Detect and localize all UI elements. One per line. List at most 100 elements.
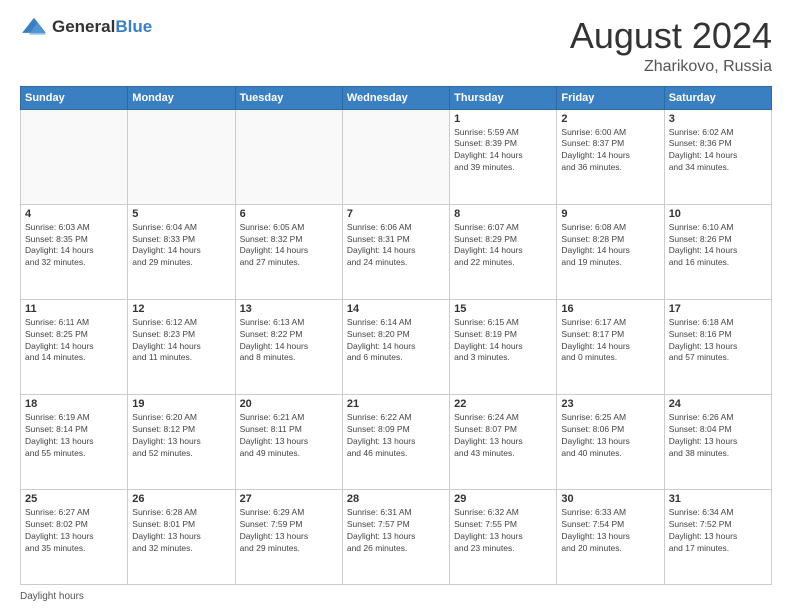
day-of-week-header: Sunday (21, 86, 128, 109)
calendar-day-cell: 10Sunrise: 6:10 AM Sunset: 8:26 PM Dayli… (664, 204, 771, 299)
day-number: 17 (669, 303, 767, 315)
location: Zharikovo, Russia (570, 58, 772, 76)
day-info: Sunrise: 6:32 AM Sunset: 7:55 PM Dayligh… (454, 507, 552, 555)
day-number: 10 (669, 208, 767, 220)
header: GeneralBlue August 2024 Zharikovo, Russi… (20, 16, 772, 76)
day-number: 13 (240, 303, 338, 315)
logo-text: GeneralBlue (52, 17, 152, 37)
calendar-day-cell: 26 Sunrise: 6:28 AM Sunset: 8:01 PM Dayli… (128, 489, 235, 584)
day-info: Sunrise: 6:22 AM Sunset: 8:09 PM Dayligh… (347, 412, 445, 460)
day-info: Sunrise: 6:26 AM Sunset: 8:04 PM Dayligh… (669, 412, 767, 460)
day-number: 23 (561, 398, 659, 410)
calendar-day-cell: 31Sunrise: 6:34 AM Sunset: 7:52 PM Dayli… (664, 489, 771, 584)
day-number: 30 (561, 493, 659, 505)
day-info: Sunrise: 6:05 AM Sunset: 8:32 PM Dayligh… (240, 222, 338, 270)
day-number: 14 (347, 303, 445, 315)
day-number: 4 (25, 208, 123, 220)
day-info: Sunrise: 6:11 AM Sunset: 8:25 PM Dayligh… (25, 317, 123, 365)
day-info: Sunrise: 6:25 AM Sunset: 8:06 PM Dayligh… (561, 412, 659, 460)
month-year: August 2024 (570, 16, 772, 56)
day-number: 27 (240, 493, 338, 505)
day-number: 26 (132, 493, 230, 505)
calendar-day-cell (21, 109, 128, 204)
day-info: Sunrise: 6:34 AM Sunset: 7:52 PM Dayligh… (669, 507, 767, 555)
calendar-day-cell: 12 Sunrise: 6:12 AM Sunset: 8:23 PM Dayli… (128, 299, 235, 394)
title-block: August 2024 Zharikovo, Russia (570, 16, 772, 76)
day-number: 8 (454, 208, 552, 220)
day-number: 3 (669, 113, 767, 125)
day-info: Sunrise: 6:00 AM Sunset: 8:37 PM Dayligh… (561, 127, 659, 175)
day-number: 19 (132, 398, 230, 410)
day-number: 9 (561, 208, 659, 220)
day-number: 25 (25, 493, 123, 505)
calendar-week-row: 25 Sunrise: 6:27 AM Sunset: 8:02 PM Dayli… (21, 489, 772, 584)
calendar-day-cell: 16 Sunrise: 6:17 AM Sunset: 8:17 PM Dayli… (557, 299, 664, 394)
day-of-week-header: Thursday (450, 86, 557, 109)
calendar-week-row: 18Sunrise: 6:19 AM Sunset: 8:14 PM Dayli… (21, 394, 772, 489)
day-number: 15 (454, 303, 552, 315)
calendar-day-cell: 17 Sunrise: 6:18 AM Sunset: 8:16 PM Dayli… (664, 299, 771, 394)
page: GeneralBlue August 2024 Zharikovo, Russi… (0, 0, 792, 612)
day-info: Sunrise: 6:12 AM Sunset: 8:23 PM Dayligh… (132, 317, 230, 365)
calendar-day-cell: 21Sunrise: 6:22 AM Sunset: 8:09 PM Dayli… (342, 394, 449, 489)
calendar-day-cell: 27 Sunrise: 6:29 AM Sunset: 7:59 PM Dayli… (235, 489, 342, 584)
logo-blue: Blue (115, 17, 152, 36)
day-info: Sunrise: 6:19 AM Sunset: 8:14 PM Dayligh… (25, 412, 123, 460)
logo-general: General (52, 17, 115, 36)
calendar-day-cell: 4 Sunrise: 6:03 AM Sunset: 8:35 PM Daylig… (21, 204, 128, 299)
calendar-day-cell: 23 Sunrise: 6:25 AM Sunset: 8:06 PM Dayli… (557, 394, 664, 489)
calendar-day-cell (342, 109, 449, 204)
day-number: 6 (240, 208, 338, 220)
day-number: 16 (561, 303, 659, 315)
day-info: Sunrise: 5:59 AM Sunset: 8:39 PM Dayligh… (454, 127, 552, 175)
footer: Daylight hours (20, 591, 772, 602)
day-info: Sunrise: 6:04 AM Sunset: 8:33 PM Dayligh… (132, 222, 230, 270)
calendar-day-cell: 22 Sunrise: 6:24 AM Sunset: 8:07 PM Dayli… (450, 394, 557, 489)
day-number: 5 (132, 208, 230, 220)
day-info: Sunrise: 6:24 AM Sunset: 8:07 PM Dayligh… (454, 412, 552, 460)
day-info: Sunrise: 6:21 AM Sunset: 8:11 PM Dayligh… (240, 412, 338, 460)
calendar-day-cell: 9Sunrise: 6:08 AM Sunset: 8:28 PM Daylig… (557, 204, 664, 299)
day-info: Sunrise: 6:03 AM Sunset: 8:35 PM Dayligh… (25, 222, 123, 270)
day-info: Sunrise: 6:31 AM Sunset: 7:57 PM Dayligh… (347, 507, 445, 555)
calendar-day-cell: 19 Sunrise: 6:20 AM Sunset: 8:12 PM Dayli… (128, 394, 235, 489)
day-of-week-header: Friday (557, 86, 664, 109)
day-number: 7 (347, 208, 445, 220)
calendar-day-cell: 30 Sunrise: 6:33 AM Sunset: 7:54 PM Dayli… (557, 489, 664, 584)
day-info: Sunrise: 6:17 AM Sunset: 8:17 PM Dayligh… (561, 317, 659, 365)
calendar-day-cell: 3 Sunrise: 6:02 AM Sunset: 8:36 PM Daylig… (664, 109, 771, 204)
calendar-day-cell: 28 Sunrise: 6:31 AM Sunset: 7:57 PM Dayli… (342, 489, 449, 584)
calendar-header-row: SundayMondayTuesdayWednesdayThursdayFrid… (21, 86, 772, 109)
day-number: 20 (240, 398, 338, 410)
calendar-day-cell: 7 Sunrise: 6:06 AM Sunset: 8:31 PM Daylig… (342, 204, 449, 299)
calendar-table: SundayMondayTuesdayWednesdayThursdayFrid… (20, 86, 772, 585)
calendar-day-cell: 11Sunrise: 6:11 AM Sunset: 8:25 PM Dayli… (21, 299, 128, 394)
calendar-day-cell: 24Sunrise: 6:26 AM Sunset: 8:04 PM Dayli… (664, 394, 771, 489)
calendar-day-cell: 6 Sunrise: 6:05 AM Sunset: 8:32 PM Daylig… (235, 204, 342, 299)
day-number: 29 (454, 493, 552, 505)
calendar-day-cell: 18Sunrise: 6:19 AM Sunset: 8:14 PM Dayli… (21, 394, 128, 489)
day-of-week-header: Wednesday (342, 86, 449, 109)
day-info: Sunrise: 6:02 AM Sunset: 8:36 PM Dayligh… (669, 127, 767, 175)
day-number: 28 (347, 493, 445, 505)
day-info: Sunrise: 6:14 AM Sunset: 8:20 PM Dayligh… (347, 317, 445, 365)
day-info: Sunrise: 6:27 AM Sunset: 8:02 PM Dayligh… (25, 507, 123, 555)
calendar-day-cell: 1Sunrise: 5:59 AM Sunset: 8:39 PM Daylig… (450, 109, 557, 204)
calendar-day-cell (235, 109, 342, 204)
day-info: Sunrise: 6:20 AM Sunset: 8:12 PM Dayligh… (132, 412, 230, 460)
day-info: Sunrise: 6:29 AM Sunset: 7:59 PM Dayligh… (240, 507, 338, 555)
day-number: 22 (454, 398, 552, 410)
calendar-day-cell: 8 Sunrise: 6:07 AM Sunset: 8:29 PM Daylig… (450, 204, 557, 299)
calendar-week-row: 1Sunrise: 5:59 AM Sunset: 8:39 PM Daylig… (21, 109, 772, 204)
day-number: 12 (132, 303, 230, 315)
day-number: 2 (561, 113, 659, 125)
day-info: Sunrise: 6:33 AM Sunset: 7:54 PM Dayligh… (561, 507, 659, 555)
logo-icon (20, 16, 48, 38)
day-of-week-header: Monday (128, 86, 235, 109)
day-info: Sunrise: 6:28 AM Sunset: 8:01 PM Dayligh… (132, 507, 230, 555)
calendar-day-cell: 20 Sunrise: 6:21 AM Sunset: 8:11 PM Dayli… (235, 394, 342, 489)
day-info: Sunrise: 6:15 AM Sunset: 8:19 PM Dayligh… (454, 317, 552, 365)
day-info: Sunrise: 6:06 AM Sunset: 8:31 PM Dayligh… (347, 222, 445, 270)
day-info: Sunrise: 6:18 AM Sunset: 8:16 PM Dayligh… (669, 317, 767, 365)
day-info: Sunrise: 6:07 AM Sunset: 8:29 PM Dayligh… (454, 222, 552, 270)
